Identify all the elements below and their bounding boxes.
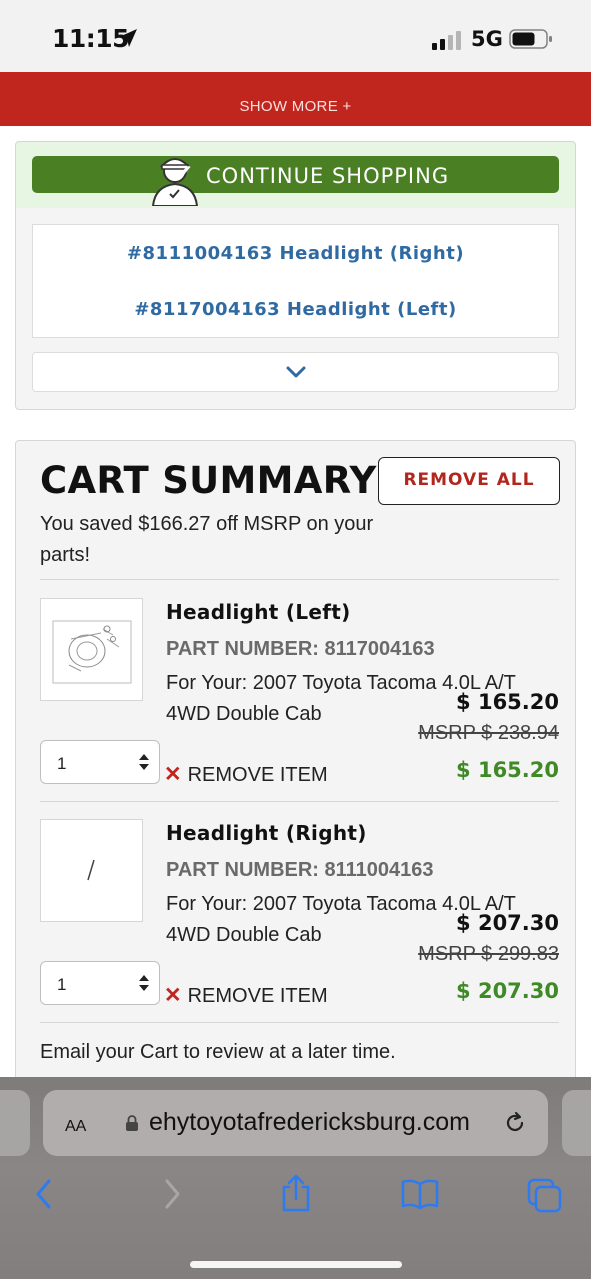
- quantity-value: 1: [57, 754, 67, 773]
- quantity-select[interactable]: 1: [40, 961, 160, 1005]
- location-arrow-icon: [119, 29, 137, 47]
- item-subtotal: $ 165.20: [456, 758, 559, 782]
- tabs-icon[interactable]: [526, 1177, 564, 1213]
- item-price: $ 207.30: [456, 911, 559, 935]
- selected-parts-list: #8111004163 Headlight (Right) #811700416…: [32, 224, 559, 338]
- item-msrp: MSRP $ 299.83: [418, 943, 559, 965]
- item-thumbnail[interactable]: [40, 598, 143, 701]
- remove-all-button[interactable]: REMOVE ALL: [378, 457, 560, 505]
- book-icon[interactable]: [400, 1177, 440, 1211]
- show-more-link[interactable]: SHOW MORE +: [239, 98, 351, 115]
- mechanic-icon: [151, 158, 199, 206]
- continue-shopping-area: ✔ CONTINUE SHOPPING: [16, 142, 575, 208]
- next-tab-preview[interactable]: [562, 1090, 591, 1156]
- continue-shopping-button[interactable]: ✔ CONTINUE SHOPPING: [32, 156, 559, 206]
- continue-shopping-label: CONTINUE SHOPPING: [206, 164, 450, 188]
- item-name[interactable]: Headlight (Left): [166, 600, 351, 624]
- item-name[interactable]: Headlight (Right): [166, 821, 367, 845]
- savings-text: You saved $166.27 off MSRP on your parts…: [40, 513, 374, 566]
- item-part-number: PART NUMBER: 8111004163: [166, 859, 434, 881]
- remove-item-label: REMOVE ITEM: [187, 985, 328, 1007]
- headlight-diagram: [87, 859, 95, 881]
- home-indicator[interactable]: [190, 1261, 402, 1268]
- cart-summary-panel: CART SUMMARY REMOVE ALL You saved $166.2…: [15, 440, 576, 1140]
- item-part-number: PART NUMBER: 8117004163: [166, 638, 435, 660]
- cart-item: Headlight (Right) PART NUMBER: 811100416…: [40, 819, 559, 1019]
- part-link-right[interactable]: #8111004163 Headlight (Right): [33, 243, 558, 264]
- item-msrp: MSRP $ 238.94: [418, 722, 559, 744]
- headlight-diagram: [52, 620, 132, 684]
- close-icon: ✕: [164, 763, 182, 786]
- promo-banner: SHOW MORE +: [0, 72, 591, 126]
- lock-icon: [126, 1115, 138, 1131]
- cart-item: Headlight (Left) PART NUMBER: 8117004163…: [40, 598, 559, 798]
- check-icon: ✔: [177, 162, 193, 182]
- forward-icon[interactable]: [160, 1177, 184, 1211]
- selected-parts-card: ✔ CONTINUE SHOPPING #8111004163 Headligh…: [15, 141, 576, 410]
- previous-tab-preview[interactable]: [0, 1090, 30, 1156]
- part-link-left[interactable]: #8117004163 Headlight (Left): [33, 299, 558, 320]
- close-icon: ✕: [164, 984, 182, 1007]
- item-subtotal: $ 207.30: [456, 979, 559, 1003]
- divider: [40, 579, 559, 580]
- remove-item-button[interactable]: ✕ REMOVE ITEM: [164, 762, 328, 787]
- divider: [40, 1022, 559, 1023]
- remove-item-button[interactable]: ✕ REMOVE ITEM: [164, 983, 328, 1008]
- item-price: $ 165.20: [456, 690, 559, 714]
- share-icon[interactable]: [279, 1173, 313, 1213]
- browser-toolbar: AA ehytoyotafredericksburg.com: [0, 1077, 591, 1279]
- network-type: 5G: [471, 27, 503, 51]
- status-bar: 11:15 5G: [0, 0, 591, 72]
- email-cart-text[interactable]: Email your Cart to review at a later tim…: [40, 1041, 396, 1064]
- cellular-signal-icon: [432, 31, 461, 50]
- divider: [40, 801, 559, 802]
- reader-text-size-button[interactable]: AA: [65, 1111, 86, 1137]
- url-text: ehytoyotafredericksburg.com: [149, 1108, 470, 1136]
- stepper-arrows-icon: [139, 975, 149, 991]
- item-thumbnail[interactable]: [40, 819, 143, 922]
- back-icon[interactable]: [32, 1177, 56, 1211]
- chevron-down-icon: [286, 366, 306, 378]
- remove-item-label: REMOVE ITEM: [187, 764, 328, 786]
- battery-icon: [509, 29, 552, 49]
- quantity-select[interactable]: 1: [40, 740, 160, 784]
- address-bar[interactable]: AA ehytoyotafredericksburg.com: [43, 1090, 548, 1156]
- reload-icon[interactable]: [502, 1110, 528, 1136]
- expand-parts-toggle[interactable]: [32, 352, 559, 392]
- cart-summary-title: CART SUMMARY: [40, 459, 377, 502]
- stepper-arrows-icon: [139, 754, 149, 770]
- quantity-value: 1: [57, 975, 67, 994]
